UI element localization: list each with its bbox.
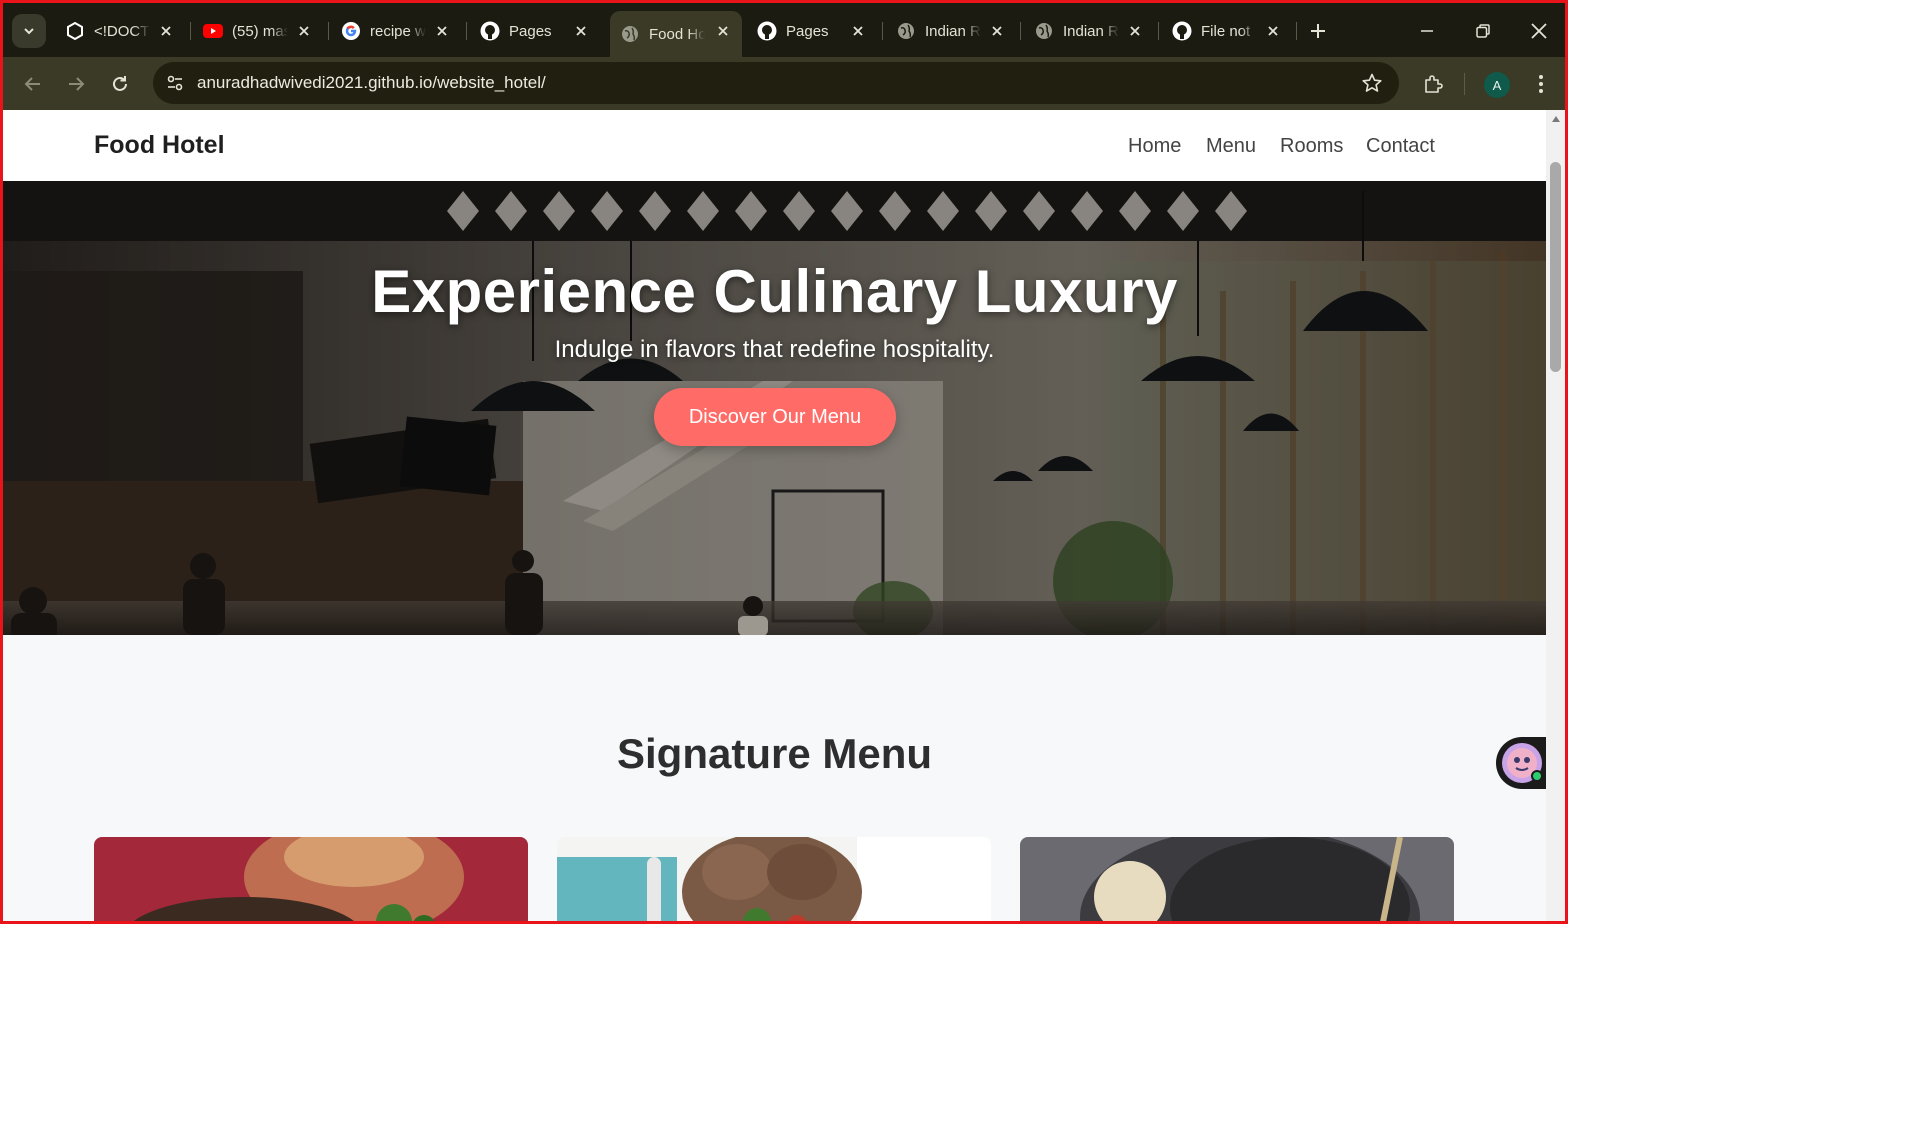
- back-button[interactable]: [19, 70, 47, 98]
- tab-title: Indian R: [1063, 22, 1119, 40]
- globe-icon: [1034, 21, 1054, 41]
- close-icon[interactable]: [157, 22, 175, 40]
- hero-section: Experience Culinary Luxury Indulge in fl…: [3, 181, 1546, 635]
- tab-search-button[interactable]: [12, 14, 46, 48]
- github-icon: [1172, 21, 1192, 41]
- tab-4[interactable]: Pages: [470, 11, 600, 51]
- code-hexagon-icon: [65, 21, 85, 41]
- tab-separator: [882, 22, 883, 40]
- tab-2[interactable]: (55) mas: [193, 11, 323, 51]
- close-icon[interactable]: [295, 22, 313, 40]
- address-bar[interactable]: anuradhadwivedi2021.github.io/website_ho…: [153, 62, 1399, 104]
- tab-title: Pages: [509, 22, 552, 40]
- reload-icon: [113, 76, 127, 91]
- close-icon[interactable]: [849, 22, 867, 40]
- arrow-right-icon: [69, 77, 85, 91]
- browser-toolbar: anuradhadwivedi2021.github.io/website_ho…: [3, 57, 1565, 110]
- dish-card-1[interactable]: [94, 837, 528, 921]
- new-tab-button[interactable]: [1306, 19, 1330, 43]
- plus-icon: [1311, 24, 1325, 38]
- kebab-menu-icon: [1539, 75, 1543, 93]
- page-viewport: Food Hotel Home Menu Rooms Contact Exper…: [3, 110, 1565, 921]
- tab-title: (55) mas: [232, 22, 288, 40]
- youtube-icon: [203, 21, 223, 41]
- scroll-thumb[interactable]: [1550, 162, 1561, 372]
- profile-avatar[interactable]: A: [1484, 72, 1510, 98]
- tab-separator: [1158, 22, 1159, 40]
- close-icon[interactable]: [1264, 22, 1282, 40]
- tab-title: Food Ho: [649, 25, 705, 43]
- hero-subtitle: Indulge in flavors that redefine hospita…: [554, 336, 995, 363]
- extensions-button[interactable]: [1419, 70, 1447, 98]
- globe-icon: [896, 21, 916, 41]
- tab-title: <!DOCT: [94, 22, 150, 40]
- google-icon: [341, 21, 361, 41]
- close-icon[interactable]: [433, 22, 451, 40]
- github-icon: [480, 21, 500, 41]
- tab-5-active[interactable]: Food Ho: [610, 11, 742, 57]
- close-icon[interactable]: [1126, 22, 1144, 40]
- close-window-button[interactable]: [1525, 17, 1553, 45]
- assistant-bubble[interactable]: [1496, 737, 1548, 789]
- nav-home[interactable]: Home: [1128, 135, 1181, 158]
- assistant-avatar-icon: [1502, 743, 1543, 783]
- tab-7[interactable]: Indian R: [886, 11, 1016, 51]
- tab-separator: [466, 22, 467, 40]
- menu-button[interactable]: [1527, 70, 1555, 98]
- dish-image: [94, 837, 528, 921]
- github-icon: [757, 21, 777, 41]
- dish-image: [557, 837, 991, 921]
- tab-separator: [190, 22, 191, 40]
- tab-separator: [1296, 22, 1297, 40]
- tab-title: Pages: [786, 22, 829, 40]
- nav-menu[interactable]: Menu: [1206, 135, 1256, 158]
- discover-menu-button[interactable]: Discover Our Menu: [654, 388, 896, 446]
- globe-icon: [620, 24, 640, 44]
- tab-title: Indian R: [925, 22, 981, 40]
- dish-card-2[interactable]: [557, 837, 991, 921]
- minimize-button[interactable]: [1413, 17, 1441, 45]
- tab-title: File not: [1201, 22, 1251, 40]
- tab-title: recipe w: [370, 22, 426, 40]
- nav-rooms[interactable]: Rooms: [1280, 135, 1343, 158]
- tab-1[interactable]: <!DOCT: [55, 11, 185, 51]
- tab-separator: [1020, 22, 1021, 40]
- tab-3[interactable]: recipe w: [331, 11, 461, 51]
- reload-button[interactable]: [106, 70, 134, 98]
- arrow-left-icon: [24, 77, 40, 91]
- minimize-icon: [1421, 30, 1433, 32]
- tab-8[interactable]: Indian R: [1024, 11, 1154, 51]
- restore-button[interactable]: [1469, 17, 1497, 45]
- site-header: Food Hotel Home Menu Rooms Contact: [3, 110, 1546, 181]
- toolbar-divider: [1464, 73, 1465, 95]
- restore-icon: [1476, 24, 1490, 38]
- tab-9[interactable]: File not: [1162, 11, 1292, 51]
- signature-menu-title: Signature Menu: [616, 730, 933, 777]
- dish-image: [1020, 837, 1454, 921]
- bookmark-star-icon[interactable]: [1361, 72, 1383, 94]
- chevron-down-icon: [24, 28, 34, 35]
- site-brand[interactable]: Food Hotel: [94, 131, 225, 160]
- browser-window: <!DOCT (55) mas recipe w Pages Food Ho P…: [0, 0, 1568, 924]
- puzzle-icon: [1425, 75, 1443, 93]
- tab-6[interactable]: Pages: [747, 11, 877, 51]
- close-icon[interactable]: [714, 22, 732, 40]
- url-text: anuradhadwivedi2021.github.io/website_ho…: [197, 73, 546, 92]
- forward-button[interactable]: [62, 70, 90, 98]
- nav-contact[interactable]: Contact: [1366, 135, 1435, 158]
- close-icon[interactable]: [988, 22, 1006, 40]
- dish-card-3[interactable]: [1020, 837, 1454, 921]
- page-scrollbar[interactable]: [1546, 110, 1565, 921]
- tab-separator: [328, 22, 329, 40]
- tab-strip: <!DOCT (55) mas recipe w Pages Food Ho P…: [3, 3, 1565, 57]
- close-icon: [1531, 23, 1547, 39]
- close-icon[interactable]: [572, 22, 590, 40]
- scroll-up-icon[interactable]: [1550, 114, 1561, 124]
- site-info-icon[interactable]: [163, 71, 187, 95]
- hero-title: Experience Culinary Luxury: [371, 258, 1178, 325]
